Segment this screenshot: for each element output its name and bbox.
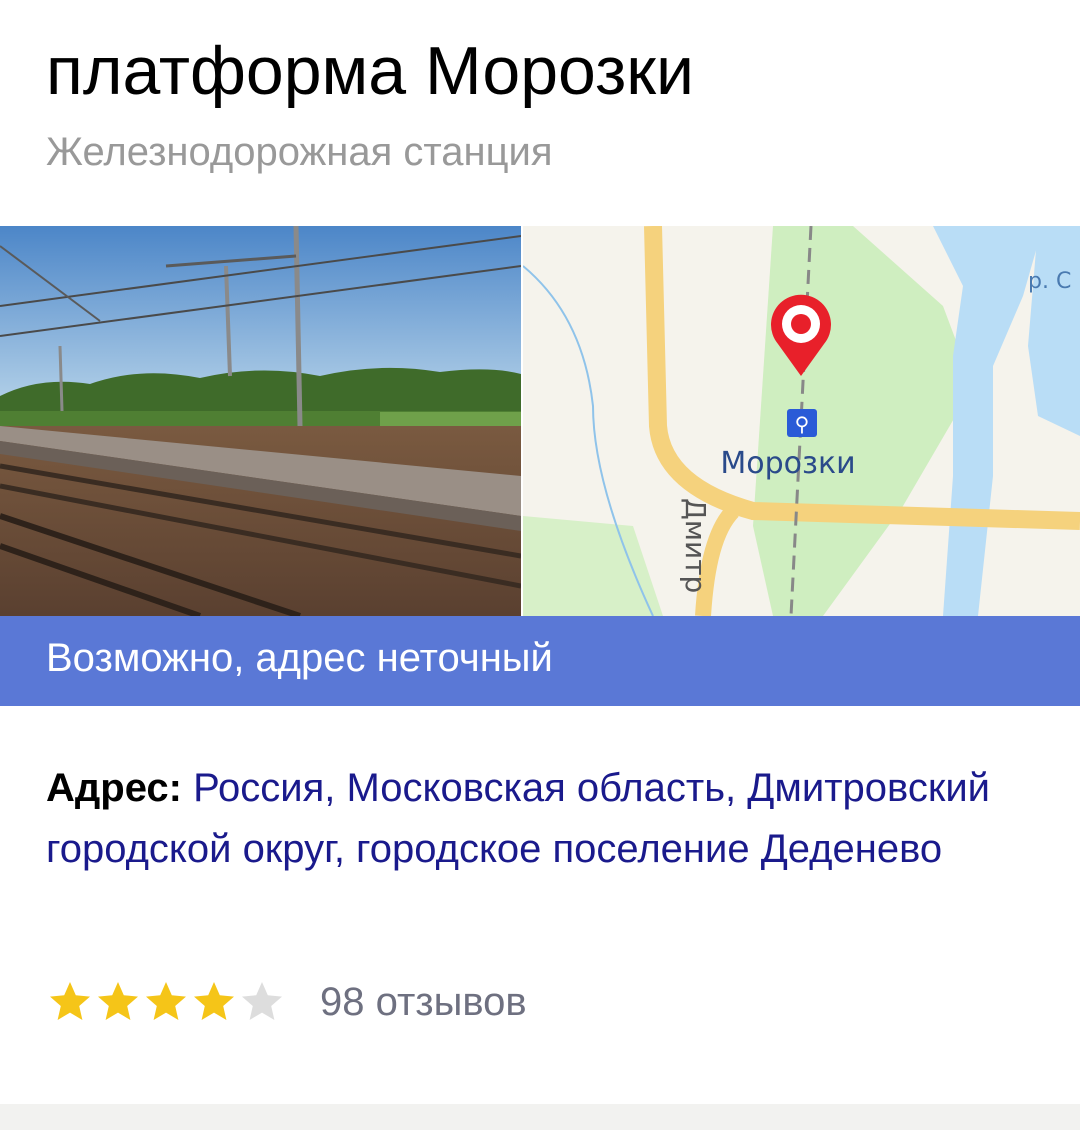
svg-text:⚲: ⚲ xyxy=(795,412,810,436)
media-strip: ⚲ Морозки Дмитр р. С xyxy=(0,226,1080,616)
place-category: Железнодорожная станция xyxy=(46,130,553,174)
page-title: платформа Морозки xyxy=(46,33,695,109)
star-empty-icon xyxy=(242,982,282,1020)
rating-row[interactable]: 98 отзывов xyxy=(46,972,527,1032)
address-value[interactable]: Россия, Московская область, Дмитровский … xyxy=(46,766,990,871)
address-label: Адрес: xyxy=(46,766,182,810)
bottom-separator xyxy=(0,1104,1080,1130)
address-block: Адрес: Россия, Московская область, Дмитр… xyxy=(46,758,1036,880)
inaccurate-address-banner: Возможно, адрес неточный xyxy=(0,616,1080,706)
map-preview[interactable]: ⚲ Морозки Дмитр р. С xyxy=(523,226,1080,616)
star-filled-icon xyxy=(194,982,234,1020)
banner-text: Возможно, адрес неточный xyxy=(46,636,553,680)
map-road-label: Дмитр xyxy=(679,498,712,593)
map-river-label: р. С xyxy=(1028,269,1071,294)
star-filled-icon xyxy=(50,982,90,1020)
map-station-label: Морозки xyxy=(720,446,855,481)
reviews-link[interactable]: 98 отзывов xyxy=(320,980,527,1025)
star-filled-icon xyxy=(146,982,186,1020)
rating-stars xyxy=(46,978,286,1026)
station-photo[interactable] xyxy=(0,226,521,616)
star-filled-icon xyxy=(98,982,138,1020)
